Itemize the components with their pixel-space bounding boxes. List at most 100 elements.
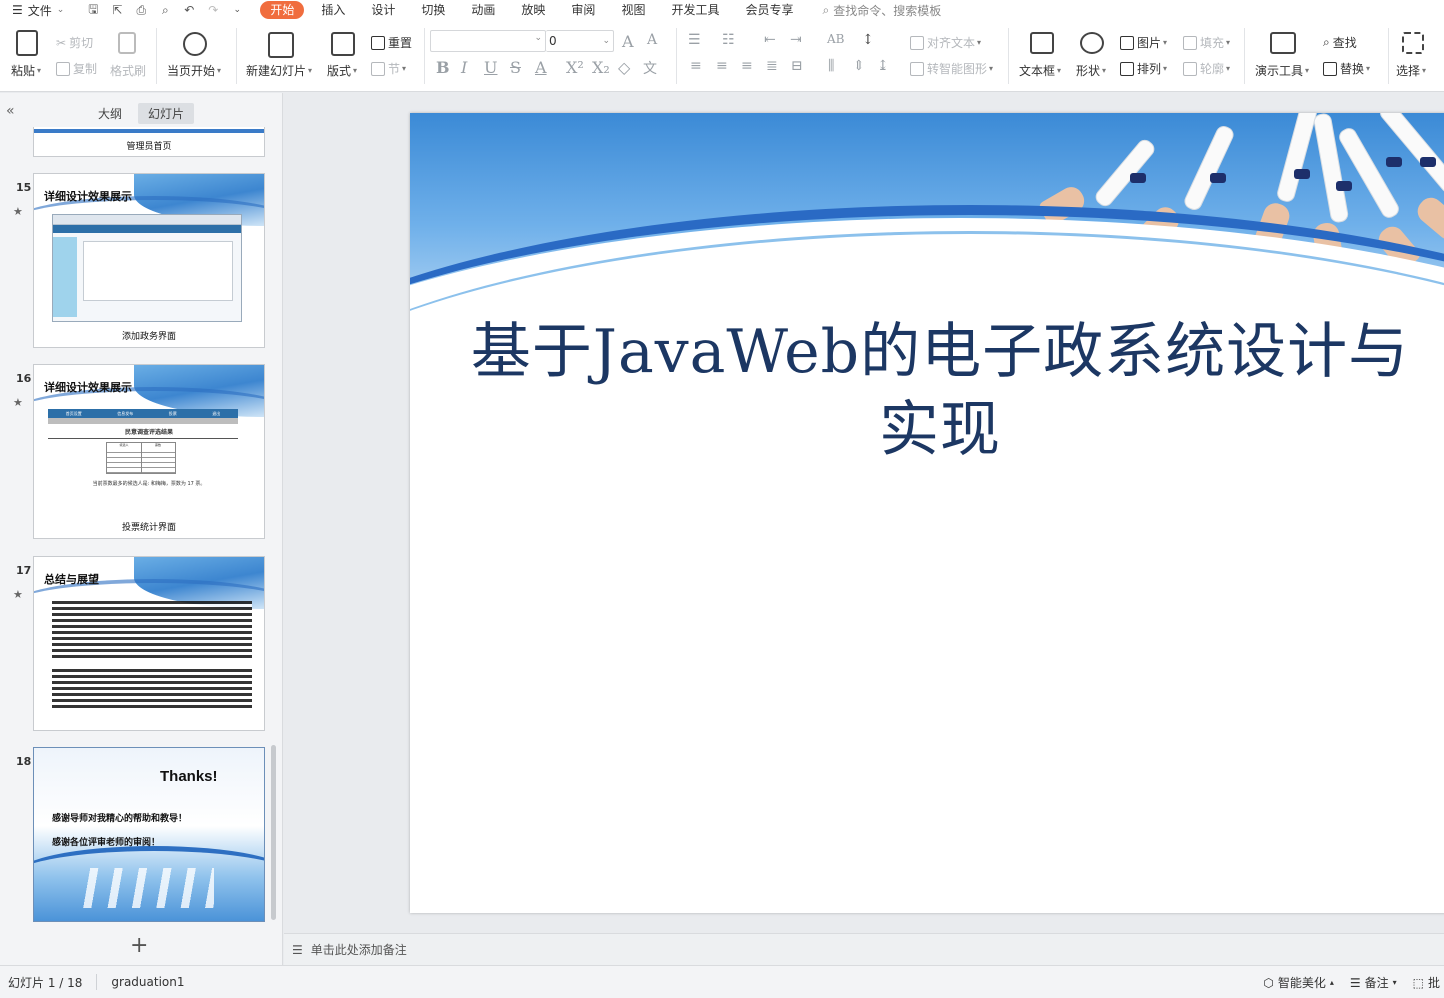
bullet-list-icon[interactable]: ☰ [688, 32, 701, 48]
paste-button[interactable]: 粘贴 ▾ [11, 62, 41, 79]
paste-icon[interactable] [16, 30, 38, 56]
print-preview-icon[interactable]: ⌕ [158, 3, 172, 18]
format-painter-button[interactable]: 格式刷 [110, 62, 146, 79]
tab-outline[interactable]: 大纲 [88, 103, 132, 124]
vertical-spacing-icon[interactable]: ↨ [877, 58, 889, 74]
thumbnail-caption: 投票统计界面 [121, 523, 176, 533]
underline-icon[interactable]: U [484, 58, 497, 77]
outline-icon [1183, 61, 1197, 76]
decrease-indent-icon[interactable]: ⇤ [764, 32, 776, 48]
search-icon: ⌕ [822, 2, 830, 17]
tab-transitions[interactable]: 切换 [408, 0, 458, 20]
layout-icon[interactable] [331, 32, 355, 56]
tab-home[interactable]: 开始 [260, 1, 305, 19]
italic-icon[interactable]: I [461, 58, 467, 77]
text-box-icon[interactable] [1030, 32, 1054, 54]
align-left-icon[interactable]: ≡ [690, 58, 702, 74]
slide-thumbnail-18[interactable]: Thanks! 感谢导师对我精心的帮助和教导！ 感谢各位评审老师的审阅！ [33, 747, 265, 922]
play-icon[interactable] [183, 32, 207, 56]
ribbon-divider [1388, 28, 1389, 84]
tab-animations[interactable]: 动画 [458, 0, 508, 20]
save-icon[interactable]: 🖫 [86, 0, 100, 21]
font-size-select[interactable]: 0 ⌄ [546, 30, 614, 52]
tab-developer[interactable]: 开发工具 [658, 0, 732, 20]
redo-icon[interactable]: ↷ [206, 3, 220, 17]
column-icon[interactable]: ⫼ [828, 58, 834, 74]
align-center-icon[interactable]: ≡ [716, 58, 728, 74]
phonetic-icon[interactable]: 文 [643, 58, 657, 78]
format-painter-icon[interactable] [118, 32, 136, 54]
tab-slideshow[interactable]: 放映 [508, 0, 558, 20]
align-text-button[interactable]: 对齐文本 ▾ [910, 34, 981, 51]
picture-button[interactable]: 图片 ▾ [1120, 34, 1167, 51]
file-menu[interactable]: ☰ 文件 ⌄ [12, 2, 64, 19]
outline-button[interactable]: 轮廓 ▾ [1183, 60, 1230, 77]
shape-button[interactable]: 形状 ▾ [1076, 62, 1106, 79]
copy-button[interactable]: 复制 [56, 60, 97, 77]
distribute-icon[interactable]: ⊟ [791, 58, 803, 74]
slide-title[interactable]: 基于JavaWeb的电子政系统设计与实现 [470, 313, 1410, 469]
align-text-caret-icon: ▾ [977, 38, 982, 47]
bold-icon[interactable]: B [436, 58, 450, 77]
new-slide-button[interactable]: 新建幻灯片 ▾ [246, 62, 312, 79]
slide-thumbnail-15[interactable]: 详细设计效果展示 添加政务界面 [33, 173, 265, 348]
strikethrough-icon[interactable]: S [510, 58, 521, 77]
presentation-tools-icon[interactable] [1270, 32, 1296, 54]
tab-insert[interactable]: 插入 [308, 0, 358, 20]
shape-icon[interactable] [1080, 32, 1104, 54]
comments-toggle-button[interactable]: ⬚ 批 [1413, 974, 1440, 991]
text-box-button[interactable]: 文本框 ▾ [1019, 62, 1061, 79]
start-from-current-button[interactable]: 当页开始 ▾ [167, 62, 221, 79]
subscript-icon[interactable]: X₂ [592, 58, 610, 77]
fill-button[interactable]: 填充 ▾ [1183, 34, 1230, 51]
justify-icon[interactable]: ≣ [766, 58, 778, 74]
undo-icon[interactable]: ↶ [182, 3, 196, 17]
presentation-tools-button[interactable]: 演示工具 ▾ [1255, 62, 1309, 79]
slide-thumbnail-17[interactable]: 总结与展望 [33, 556, 265, 731]
paragraph-spacing-icon[interactable]: ⇕ [853, 58, 865, 74]
tab-slides[interactable]: 幻灯片 [138, 103, 195, 124]
increase-font-icon[interactable]: A [622, 32, 634, 51]
select-icon[interactable] [1402, 32, 1424, 54]
arrange-button[interactable]: 排列 ▾ [1120, 60, 1167, 77]
collapse-panel-icon[interactable]: « [6, 103, 15, 119]
customize-icon[interactable]: ⌄ [230, 5, 244, 15]
cut-button[interactable]: ✂ 剪切 [56, 34, 93, 51]
notes-bar[interactable]: ☰ 单击此处添加备注 [284, 933, 1444, 965]
numbered-list-icon[interactable]: ☷ [722, 32, 735, 48]
font-family-select[interactable]: ⌄ [430, 30, 546, 52]
superscript-icon[interactable]: X² [566, 58, 584, 77]
new-slide-icon[interactable] [268, 32, 294, 58]
select-button[interactable]: 选择 ▾ [1396, 62, 1426, 79]
export-icon[interactable]: ⇱ [110, 3, 124, 17]
smart-art-button[interactable]: 转智能图形 ▾ [910, 60, 993, 77]
chevron-down-icon: ⌄ [602, 36, 610, 46]
section-button[interactable]: 节 ▾ [371, 60, 406, 77]
text-direction-icon[interactable]: AB [827, 32, 844, 46]
slide-thumbnail-14[interactable]: 管理员首页 [33, 127, 265, 157]
layout-button[interactable]: 版式 ▾ [327, 62, 357, 79]
clear-format-icon[interactable]: ◇ [618, 58, 630, 77]
ribbon-bow-image [1130, 173, 1146, 183]
tab-view[interactable]: 视图 [608, 0, 658, 20]
slide-thumbnail-16[interactable]: 详细设计效果展示 首页设置 信息发布 投票 退出 民意调查评选结果 候选人 票数… [33, 364, 265, 539]
panel-scrollbar[interactable] [271, 745, 276, 920]
add-slide-icon[interactable]: + [130, 933, 148, 958]
ribbon-divider [676, 28, 677, 84]
tab-design[interactable]: 设计 [358, 0, 408, 20]
replace-button[interactable]: 替换 ▾ [1323, 60, 1370, 77]
command-search[interactable]: ⌕ 查找命令、搜索模板 [822, 2, 941, 19]
increase-indent-icon[interactable]: ⇥ [790, 32, 802, 48]
notes-toggle-button[interactable]: ☰ 备注 ▾ [1350, 974, 1397, 991]
current-slide[interactable]: 基于JavaWeb的电子政系统设计与实现 [410, 113, 1444, 913]
tab-member[interactable]: 会员专享 [732, 0, 806, 20]
reset-button[interactable]: 重置 [371, 34, 412, 51]
font-color-icon[interactable]: A [535, 58, 547, 77]
find-button[interactable]: ⌕ 查找 [1323, 34, 1357, 51]
decrease-font-icon[interactable]: A [647, 32, 657, 48]
tab-review[interactable]: 审阅 [558, 0, 608, 20]
print-icon[interactable]: ⎙ [134, 3, 148, 18]
align-right-icon[interactable]: ≡ [741, 58, 753, 74]
line-spacing-icon[interactable]: ↕ [862, 32, 874, 48]
smart-beautify-button[interactable]: ⬡ 智能美化 ▴ [1263, 974, 1334, 991]
